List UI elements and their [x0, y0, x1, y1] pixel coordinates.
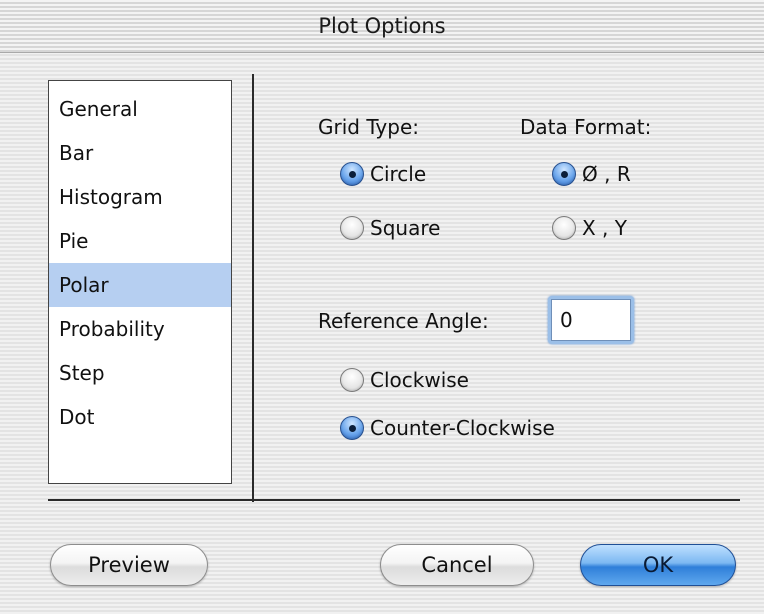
list-item-step[interactable]: Step [49, 351, 231, 395]
vertical-divider [252, 74, 254, 502]
radio-unchecked-icon[interactable] [552, 216, 576, 240]
list-item-pie[interactable]: Pie [49, 219, 231, 263]
list-item-histogram[interactable]: Histogram [49, 175, 231, 219]
reference-angle-field[interactable] [548, 296, 634, 344]
clockwise-label: Clockwise [370, 368, 469, 392]
counter-clockwise-radio[interactable]: Counter-Clockwise [340, 413, 555, 443]
cancel-button[interactable]: Cancel [380, 544, 534, 586]
counter-clockwise-label: Counter-Clockwise [370, 416, 555, 440]
horizontal-divider [48, 499, 740, 501]
list-item-general[interactable]: General [49, 87, 231, 131]
list-item-probability[interactable]: Probability [49, 307, 231, 351]
radio-checked-icon[interactable] [340, 162, 364, 186]
data-format-label: Data Format: [520, 115, 652, 139]
data-format-polar-label: Ø , R [582, 162, 631, 186]
list-item-polar[interactable]: Polar [49, 263, 231, 307]
grid-type-label: Grid Type: [318, 115, 420, 139]
radio-checked-icon[interactable] [340, 416, 364, 440]
clockwise-radio[interactable]: Clockwise [340, 365, 469, 395]
ok-button[interactable]: OK [580, 544, 736, 586]
grid-type-square-label: Square [370, 216, 441, 240]
grid-type-square-radio[interactable]: Square [340, 213, 440, 243]
list-item-dot[interactable]: Dot [49, 395, 231, 439]
radio-checked-icon[interactable] [552, 162, 576, 186]
reference-angle-input[interactable] [551, 299, 631, 341]
preview-button[interactable]: Preview [50, 544, 208, 586]
data-format-xy-label: X , Y [582, 216, 627, 240]
window-title: Plot Options [318, 14, 446, 38]
plot-type-list[interactable]: General Bar Histogram Pie Polar Probabil… [48, 80, 232, 484]
radio-unchecked-icon[interactable] [340, 216, 364, 240]
title-bar[interactable]: Plot Options [0, 0, 764, 53]
data-format-xy-radio[interactable]: X , Y [552, 213, 627, 243]
grid-type-circle-radio[interactable]: Circle [340, 159, 426, 189]
list-item-bar[interactable]: Bar [49, 131, 231, 175]
data-format-polar-radio[interactable]: Ø , R [552, 159, 631, 189]
reference-angle-label: Reference Angle: [318, 309, 489, 333]
radio-unchecked-icon[interactable] [340, 368, 364, 392]
grid-type-circle-label: Circle [370, 162, 427, 186]
